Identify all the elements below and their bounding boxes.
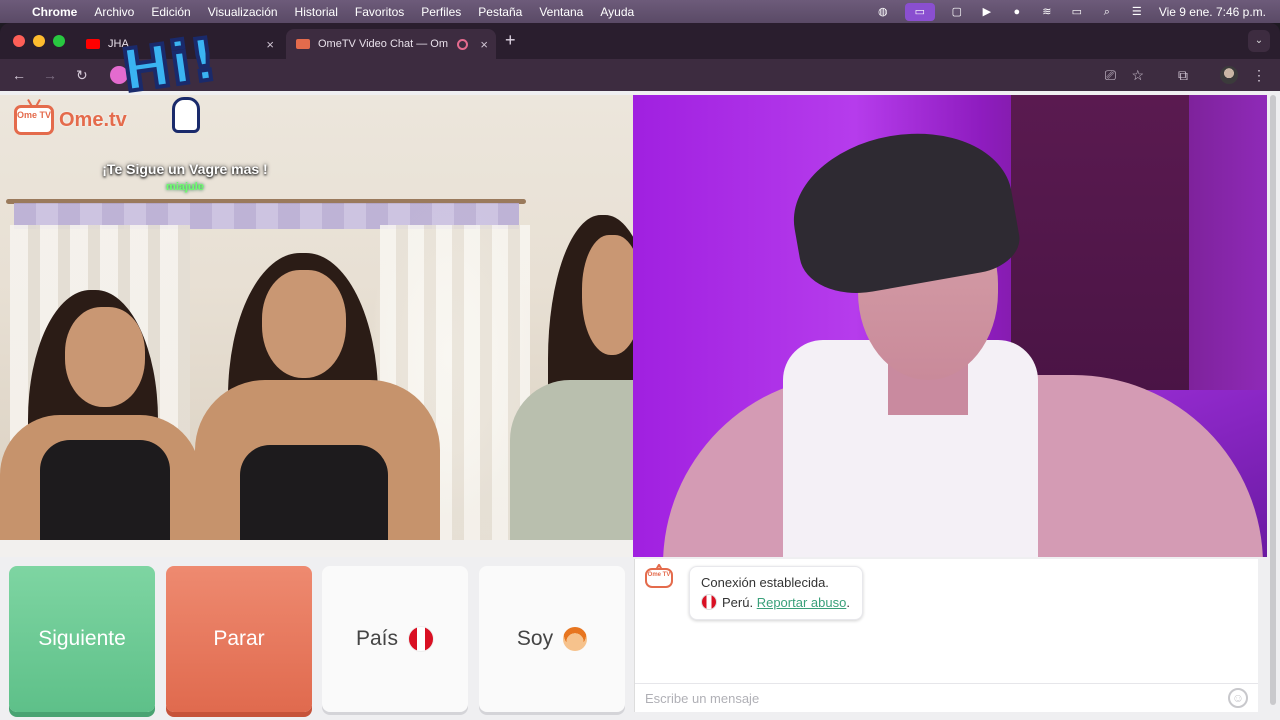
macos-menu-bar: Chrome Archivo Edición Visualización His… [0, 0, 1280, 23]
chat-ometv-logo: Ome TV [645, 568, 673, 588]
stop-button[interactable]: Parar [166, 566, 312, 712]
more-menu-icon[interactable]: ⋮ [1252, 67, 1266, 83]
globe-status-icon[interactable]: ◍ [875, 6, 891, 18]
forward-button[interactable]: → [43, 67, 57, 83]
youtube-favicon-icon [86, 39, 100, 49]
control-center-icon[interactable]: ☰ [1129, 6, 1145, 18]
person-face [262, 270, 346, 378]
menu-visualizacion[interactable]: Visualización [208, 5, 278, 19]
message-input-bar: ☺ [635, 683, 1258, 712]
reload-button[interactable]: ↻ [76, 67, 88, 83]
follow-alert-text: ¡Te Sigue un Vagre mas ! [102, 161, 268, 177]
country-name: Perú. [722, 595, 754, 610]
stop-button-label: Parar [213, 627, 265, 650]
close-tab-icon[interactable]: × [480, 37, 488, 52]
chat-panel: Ome TV Conexión establecida. Perú. Repor… [634, 559, 1258, 712]
zoom-window-button[interactable] [53, 35, 65, 47]
user-status-icon[interactable]: ● [1009, 6, 1025, 18]
bookmark-star-icon[interactable]: ☆ [1131, 67, 1144, 83]
extensions-icon[interactable]: ⧉ [1178, 67, 1188, 83]
menu-pestana[interactable]: Pestaña [478, 5, 522, 19]
emoji-icon[interactable]: ☺ [1228, 688, 1248, 708]
report-period: . [846, 595, 850, 610]
bed-sheet [0, 540, 633, 557]
peru-flag-icon [701, 594, 717, 610]
search-icon[interactable]: ⌕ [1099, 6, 1115, 18]
menu-ventana[interactable]: Ventana [539, 5, 583, 19]
person-face [65, 307, 145, 407]
menu-archivo[interactable]: Archivo [94, 5, 134, 19]
country-line: Perú. Reportar abuso. [701, 593, 850, 613]
connection-status-text: Conexión establecida. [701, 575, 829, 590]
person-body [510, 380, 633, 557]
boy-emoji-icon [563, 627, 588, 651]
ometv-tv-icon: Ome TV [645, 568, 673, 588]
scrollbar-thumb[interactable] [1270, 95, 1276, 705]
cast-icon[interactable]: ⎚ [1105, 67, 1116, 83]
new-tab-button[interactable]: + [505, 30, 516, 51]
wifi-icon[interactable]: ≋ [1039, 6, 1055, 18]
background-door [1011, 95, 1189, 395]
close-tab-icon[interactable]: × [266, 37, 274, 52]
country-button[interactable]: País [322, 566, 468, 712]
hi-sticker: Hi! [116, 23, 252, 151]
profile-avatar[interactable] [1220, 66, 1238, 84]
tab-search-chevron-icon[interactable]: ⌄ [1248, 30, 1270, 52]
ometv-logo[interactable]: Ome TV Ome.tv [14, 105, 127, 135]
waving-hand-icon [172, 97, 200, 133]
play-status-icon[interactable]: ▶ [979, 6, 995, 18]
gender-button-label: Soy [516, 627, 554, 650]
close-window-button[interactable] [13, 35, 25, 47]
ometv-wordmark: Ome.tv [59, 108, 127, 131]
menu-ayuda[interactable]: Ayuda [600, 5, 634, 19]
minimize-window-button[interactable] [33, 35, 45, 47]
hi-sticker-text: Hi! [116, 23, 223, 108]
country-button-label: País [355, 627, 399, 650]
ometv-tv-icon: Ome TV [14, 105, 54, 135]
remote-video [633, 95, 1267, 557]
next-button[interactable]: Siguiente [9, 566, 155, 712]
gender-button[interactable]: Soy [479, 566, 625, 712]
menu-chrome[interactable]: Chrome [32, 5, 77, 19]
display-status-icon[interactable]: ▢ [949, 6, 965, 18]
next-button-label: Siguiente [38, 627, 126, 650]
menubar-datetime[interactable]: Vie 9 ene. 7:46 p.m. [1159, 5, 1266, 19]
tab-title: OmeTV Video Chat — Om [318, 38, 449, 50]
page-scrollbar[interactable] [1270, 95, 1277, 715]
menu-edicion[interactable]: Edición [151, 5, 190, 19]
report-abuse-link[interactable]: Reportar abuso [757, 595, 847, 610]
tab-ometv[interactable]: OmeTV Video Chat — Om × [286, 29, 496, 59]
page-content: Ome TV Ome.tv Hi! ¡Te Sigue un Vagre mas… [0, 23, 1280, 720]
screen-share-status-icon[interactable]: ▭ [904, 2, 935, 21]
ometv-favicon-icon [296, 39, 310, 49]
menu-historial[interactable]: Historial [295, 5, 338, 19]
menu-perfiles[interactable]: Perfiles [421, 5, 461, 19]
menu-favoritos[interactable]: Favoritos [355, 5, 404, 19]
message-input[interactable] [635, 684, 1195, 712]
person-face [582, 235, 633, 355]
follow-alert-username: miajule [166, 181, 204, 193]
battery-icon[interactable]: ▭ [1069, 6, 1085, 18]
back-button[interactable]: ← [12, 67, 26, 83]
system-message-bubble: Conexión establecida. Perú. Reportar abu… [689, 566, 863, 620]
recording-icon [457, 38, 468, 50]
peru-flag-icon [408, 626, 435, 652]
